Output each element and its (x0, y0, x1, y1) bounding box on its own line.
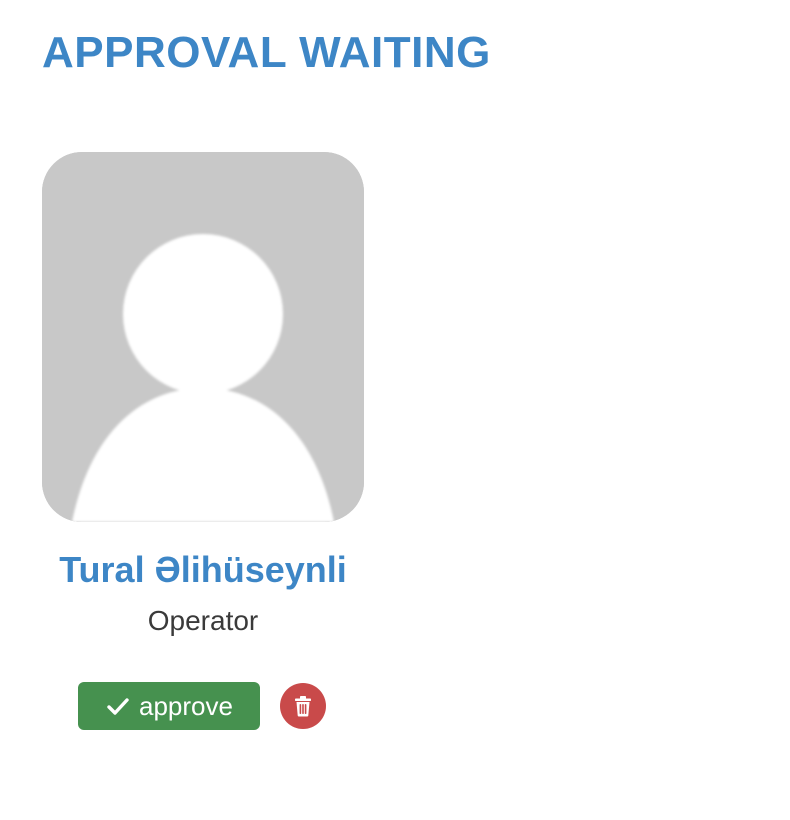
user-name: Tural Əlihüseynli (59, 549, 347, 590)
page-title: APPROVAL WAITING (42, 28, 491, 77)
user-role: Operator (147, 605, 259, 636)
approve-label: approve (139, 690, 233, 721)
avatar (42, 152, 364, 522)
default-avatar-icon (42, 152, 364, 522)
check-icon (105, 693, 131, 719)
approval-page: APPROVAL WAITING Tural Əlihüseynli Opera… (0, 0, 790, 820)
card-actions: approve (78, 682, 326, 730)
approve-button[interactable]: approve (78, 682, 260, 730)
delete-button[interactable] (280, 683, 326, 729)
user-card: Tural Əlihüseynli Operator (42, 152, 364, 638)
trash-icon (295, 696, 311, 717)
